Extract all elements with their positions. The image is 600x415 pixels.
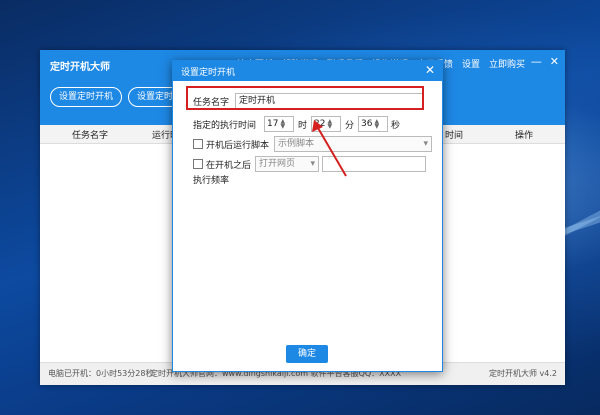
arrow-head-icon bbox=[312, 120, 323, 132]
arrow-line bbox=[317, 127, 347, 177]
annotation-arrow bbox=[312, 120, 347, 177]
